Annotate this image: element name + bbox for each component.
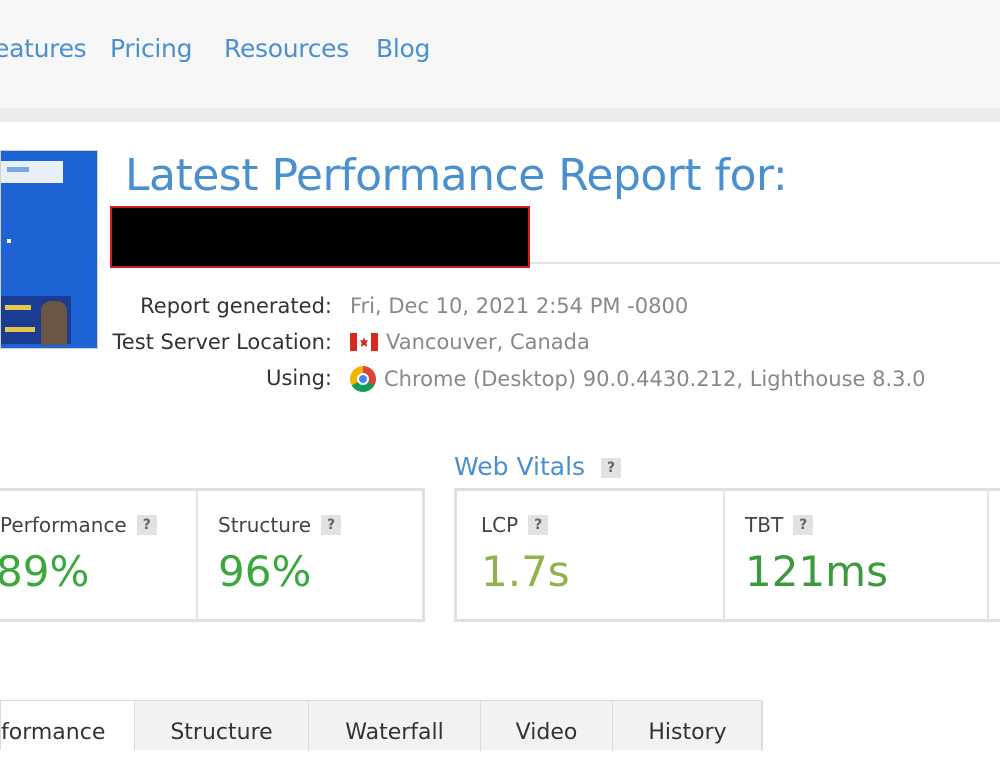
lcp-value: 1.7s (481, 547, 570, 596)
tab-video[interactable]: Video (481, 701, 613, 751)
performance-value: 89% (0, 547, 90, 596)
meta-value: Chrome (Desktop) 90.0.4430.212, Lighthou… (350, 366, 926, 392)
thumbnail-logo (7, 167, 29, 172)
thumbnail-header (1, 161, 63, 183)
structure-label: Structure (218, 513, 312, 537)
performance-score: Performance ? 89% (0, 491, 196, 619)
meta-value: Vancouver, Canada (350, 330, 590, 354)
lcp-label-row: LCP ? (481, 513, 549, 537)
help-icon[interactable]: ? (321, 515, 342, 535)
help-icon[interactable]: ? (793, 515, 814, 535)
report-tabs: formance Structure Waterfall Video Histo… (0, 700, 763, 751)
nav-divider-band (0, 108, 1000, 122)
structure-value: 96% (218, 547, 312, 596)
meta-label: Report generated: (140, 294, 332, 318)
redacted-url (110, 206, 530, 268)
canada-flag-icon (350, 333, 378, 351)
tab-waterfall[interactable]: Waterfall (309, 701, 481, 751)
tab-performance[interactable]: formance (1, 701, 135, 751)
meta-test-server-location: Test Server Location: Vancouver, Canada (0, 330, 1000, 360)
performance-label-row: Performance ? (0, 513, 157, 537)
chrome-icon (350, 366, 376, 392)
help-icon[interactable]: ? (601, 458, 621, 478)
tbt-value: 121ms (745, 547, 888, 596)
card-separator (987, 491, 989, 619)
meta-label: Test Server Location: (112, 330, 332, 354)
tbt-label: TBT (745, 513, 784, 537)
lcp-label: LCP (481, 513, 519, 537)
nav-link-blog[interactable]: Blog (376, 34, 430, 63)
tab-history[interactable]: History (613, 701, 763, 751)
meta-value: Fri, Dec 10, 2021 2:54 PM -0800 (350, 294, 688, 318)
tab-structure[interactable]: Structure (135, 701, 309, 751)
nav-link-features[interactable]: eatures (0, 34, 87, 63)
performance-label: Performance (0, 513, 127, 537)
test-server-location-value: Vancouver, Canada (386, 330, 590, 354)
nav-link-resources[interactable]: Resources (224, 34, 349, 63)
report-generated-value: Fri, Dec 10, 2021 2:54 PM -0800 (350, 294, 689, 318)
lcp-metric: LCP ? 1.7s (457, 491, 723, 619)
thumbnail-dot (7, 239, 11, 243)
web-vitals-heading-text: Web Vitals (454, 452, 586, 481)
tbt-metric: TBT ? 121ms (725, 491, 987, 619)
structure-label-row: Structure ? (218, 513, 342, 537)
meta-label: Using: (266, 366, 332, 390)
help-icon[interactable]: ? (528, 515, 549, 535)
browser-version-value: Chrome (Desktop) 90.0.4430.212, Lighthou… (384, 367, 926, 391)
report-title: Latest Performance Report for: (125, 150, 788, 201)
meta-report-generated: Report generated: Fri, Dec 10, 2021 2:54… (0, 294, 1000, 324)
tbt-label-row: TBT ? (745, 513, 814, 537)
web-vitals-card: LCP ? 1.7s TBT ? 121ms (454, 488, 1000, 622)
meta-using: Using: Chrome (Desktop) 90.0.4430.212, L… (0, 366, 1000, 396)
web-vitals-heading: Web Vitals ? (454, 452, 621, 481)
header-divider (530, 262, 1000, 264)
top-navigation: eatures Pricing Resources Blog (0, 0, 1000, 108)
help-icon[interactable]: ? (136, 515, 157, 535)
nav-link-pricing[interactable]: Pricing (110, 34, 192, 63)
structure-score: Structure ? 96% (198, 491, 422, 619)
gtmetrix-grade-card: Performance ? 89% Structure ? 96% (0, 488, 425, 622)
